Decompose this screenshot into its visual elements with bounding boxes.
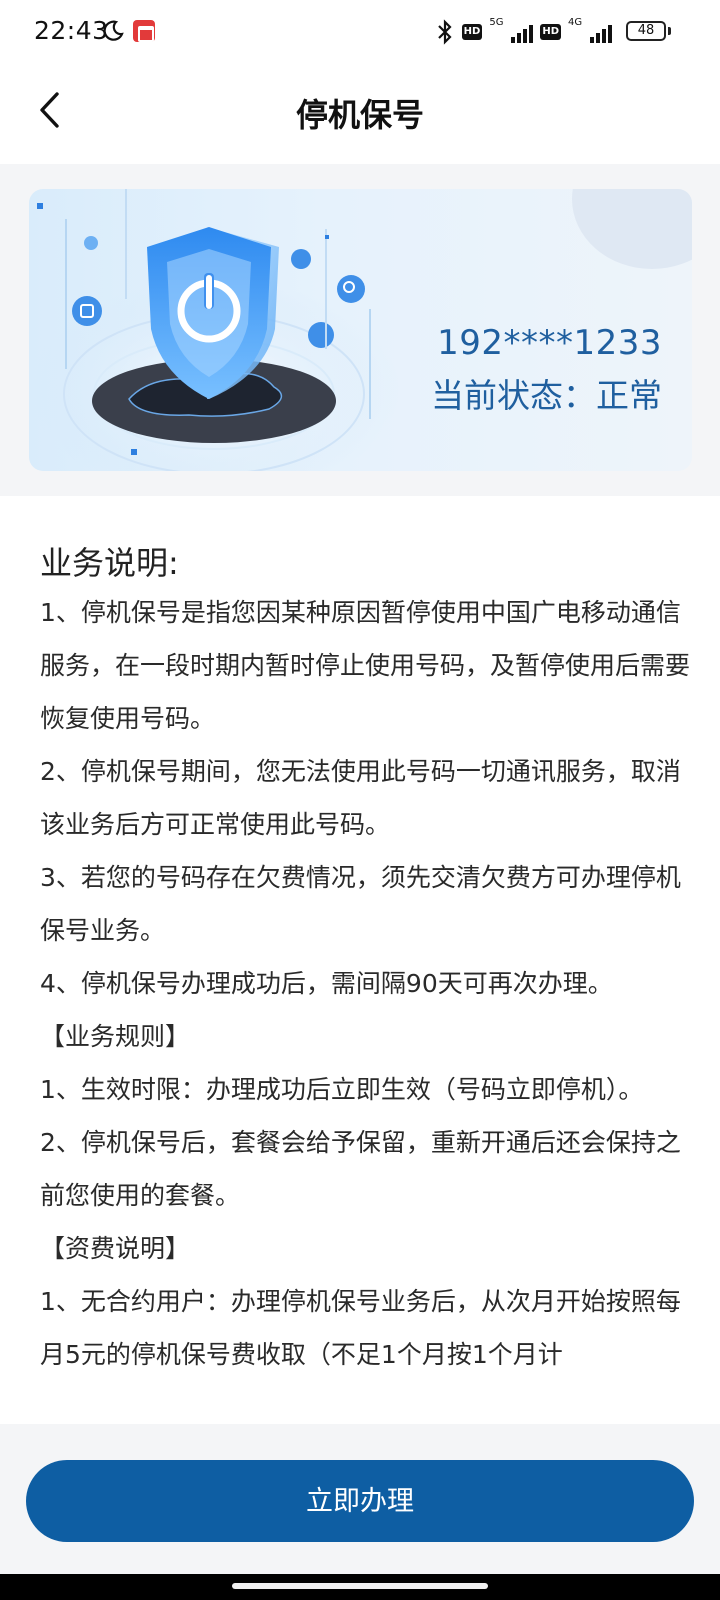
- section-title: 业务说明:: [40, 544, 179, 582]
- page-title: 停机保号: [295, 96, 424, 134]
- top-app-bar: 停机保号: [0, 66, 720, 164]
- app-notification-icon: [133, 20, 155, 42]
- shield-illustration: [29, 189, 399, 471]
- phone-number: 192****1233: [437, 323, 662, 363]
- status-banner: 192****1233 当前状态：正常: [29, 189, 692, 471]
- fee-heading: 【资费说明】: [40, 1234, 191, 1263]
- description-paragraph: 2、停机保号后，套餐会给予保留，重新开通后还会保持之前您使用的套餐。: [40, 1128, 681, 1210]
- status-time: 22:43: [34, 16, 109, 45]
- battery-level: 48: [626, 21, 666, 41]
- network-type-label: 4G: [568, 17, 583, 28]
- network-type-label: 5G: [489, 17, 504, 28]
- hd-badge: HD: [461, 24, 483, 40]
- hd-badge: HD: [540, 24, 561, 40]
- bottom-action-bar: 立即办理: [0, 1424, 720, 1574]
- description-text: 1、停机保号是指您因某种原因暂停使用中国广电移动通信服务，在一段时期内暂时停止使…: [40, 586, 690, 1381]
- moon-icon: [103, 20, 124, 41]
- service-status: 当前状态：正常: [431, 376, 662, 415]
- rules-heading: 【业务规则】: [40, 1022, 191, 1051]
- system-navigation-bar: [0, 1574, 720, 1600]
- apply-now-button[interactable]: 立即办理: [26, 1460, 694, 1542]
- bluetooth-icon: [437, 19, 452, 45]
- description-paragraph: 4、停机保号办理成功后，需间隔90天可再次办理。: [40, 969, 613, 998]
- description-paragraph: 2、停机保号期间，您无法使用此号码一切通讯服务，取消该业务后方可正常使用此号码。: [40, 757, 681, 839]
- description-paragraph: 3、若您的号码存在欠费情况，须先交清欠费方可办理停机保号业务。: [40, 863, 681, 945]
- description-paragraph: 1、生效时限：办理成功后立即生效（号码立即停机）。: [40, 1075, 644, 1104]
- banner-section: 192****1233 当前状态：正常: [0, 164, 720, 496]
- status-bar: 22:43 48 HD 5G HD 4G: [0, 0, 720, 66]
- description-paragraph: 1、无合约用户：办理停机保号业务后，从次月开始按照每月5元的停机保号费收取（不足…: [40, 1287, 681, 1369]
- decorative-circle: [572, 189, 692, 269]
- battery-indicator: 48: [626, 21, 671, 41]
- home-indicator[interactable]: [232, 1583, 488, 1589]
- service-description: 业务说明: 1、停机保号是指您因某种原因暂停使用中国广电移动通信服务，在一段时期…: [0, 496, 720, 1424]
- signal-4g-icon: 4G: [568, 17, 612, 45]
- description-paragraph: 1、停机保号是指您因某种原因暂停使用中国广电移动通信服务，在一段时期内暂时停止使…: [40, 598, 691, 733]
- signal-5g-icon: 5G: [489, 17, 534, 45]
